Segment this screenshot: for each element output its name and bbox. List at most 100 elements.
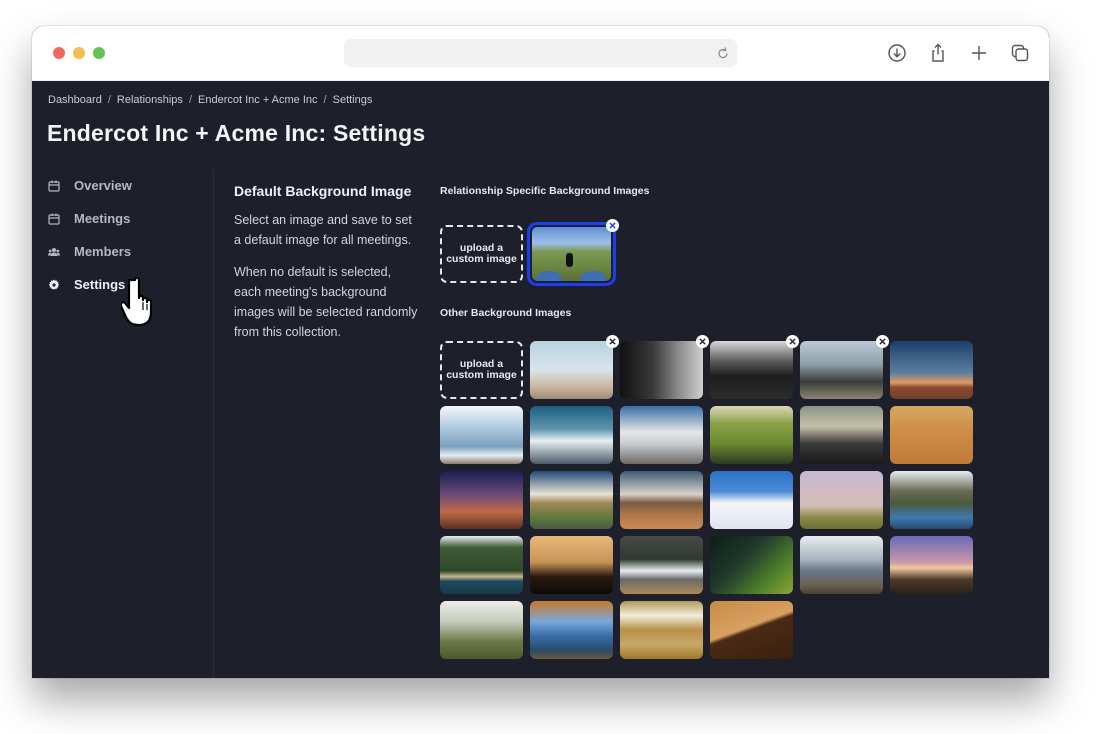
image-tile[interactable] <box>710 601 793 659</box>
calendar-icon <box>48 213 60 225</box>
new-tab-icon[interactable] <box>968 42 990 64</box>
image-tile[interactable] <box>710 335 799 399</box>
breadcrumb-dashboard[interactable]: Dashboard <box>48 94 102 106</box>
remove-image-button[interactable] <box>606 335 619 348</box>
minimize-window-button[interactable] <box>73 47 85 59</box>
image-tile[interactable] <box>890 341 973 399</box>
sidebar-item-members[interactable]: Members <box>48 235 208 268</box>
background-image-thumbnail <box>530 341 613 399</box>
image-tile[interactable] <box>620 536 703 594</box>
breadcrumb-separator: / <box>188 94 192 106</box>
background-image-thumbnail <box>710 341 793 399</box>
calendar-icon <box>48 180 60 192</box>
close-icon <box>789 338 796 345</box>
close-icon <box>609 338 616 345</box>
upload-custom-image-button[interactable]: upload a custom image <box>440 341 523 399</box>
browser-titlebar <box>32 26 1049 81</box>
description-paragraph: When no default is selected, each meetin… <box>234 265 418 339</box>
image-tile[interactable] <box>440 536 523 594</box>
image-tile[interactable] <box>440 601 523 659</box>
remove-image-button[interactable] <box>786 335 799 348</box>
image-tile[interactable] <box>620 471 703 529</box>
background-image-thumbnail <box>890 406 973 464</box>
image-tile[interactable] <box>710 406 793 464</box>
image-tile[interactable] <box>890 406 973 464</box>
remove-image-button[interactable] <box>606 219 619 232</box>
breadcrumb-relationship[interactable]: Endercot Inc + Acme Inc <box>198 94 318 106</box>
image-tile[interactable] <box>890 471 973 529</box>
image-tile[interactable] <box>620 335 709 399</box>
close-icon <box>879 338 886 345</box>
page-title: Endercot Inc + Acme Inc: Settings <box>47 120 426 146</box>
breadcrumb-separator: / <box>107 94 111 106</box>
breadcrumb: Dashboard / Relationships / Endercot Inc + A… <box>48 94 372 106</box>
share-icon[interactable] <box>927 42 949 64</box>
close-icon <box>699 338 706 345</box>
background-image-thumbnail <box>710 471 793 529</box>
sidebar-item-label: Members <box>74 244 132 259</box>
upload-custom-image-button[interactable]: upload a custom image <box>440 225 523 283</box>
other-images-label: Other Background Images <box>440 307 572 319</box>
gear-icon <box>48 279 60 290</box>
image-tile[interactable] <box>530 335 619 399</box>
sidebar-item-meetings[interactable]: Meetings <box>48 202 208 235</box>
image-tile[interactable] <box>530 406 613 464</box>
background-image-thumbnail <box>620 406 703 464</box>
section-heading: Default Background Image <box>234 183 412 199</box>
image-tile[interactable] <box>530 536 613 594</box>
address-bar[interactable] <box>344 39 737 67</box>
background-image-thumbnail <box>530 406 613 464</box>
image-tile[interactable] <box>710 536 793 594</box>
sidebar-divider <box>213 169 214 678</box>
maximize-window-button[interactable] <box>93 47 105 59</box>
sidebar-item-label: Overview <box>74 178 132 193</box>
relationship-images-label: Relationship Specific Background Images <box>440 185 650 197</box>
breadcrumb-relationships[interactable]: Relationships <box>117 94 183 106</box>
image-tile[interactable] <box>800 471 883 529</box>
background-image-thumbnail <box>440 406 523 464</box>
close-window-button[interactable] <box>53 47 65 59</box>
image-tile[interactable] <box>530 471 613 529</box>
image-tile[interactable] <box>620 601 703 659</box>
image-tile[interactable] <box>530 601 613 659</box>
close-icon <box>609 222 616 229</box>
remove-image-button[interactable] <box>876 335 889 348</box>
image-tile[interactable] <box>620 406 703 464</box>
background-image-thumbnail <box>440 601 523 659</box>
image-tile-selected[interactable] <box>530 219 619 283</box>
background-image-thumbnail <box>710 406 793 464</box>
background-image-thumbnail <box>532 227 611 281</box>
background-image-thumbnail <box>890 471 973 529</box>
image-tile[interactable] <box>800 406 883 464</box>
breadcrumb-settings: Settings <box>332 94 373 106</box>
background-image-thumbnail <box>620 471 703 529</box>
background-image-thumbnail <box>800 341 883 399</box>
background-image-thumbnail <box>800 471 883 529</box>
users-icon <box>48 247 60 256</box>
sidebar-item-label: Settings <box>74 277 126 292</box>
reload-icon[interactable] <box>715 45 731 61</box>
background-image-thumbnail <box>620 601 703 659</box>
image-tile[interactable] <box>440 471 523 529</box>
background-image-thumbnail <box>620 341 703 399</box>
image-tile[interactable] <box>800 536 883 594</box>
background-image-thumbnail <box>710 536 793 594</box>
browser-window: Dashboard / Relationships / Endercot Inc + A… <box>32 26 1049 678</box>
background-image-thumbnail <box>440 471 523 529</box>
download-icon[interactable] <box>886 42 908 64</box>
tabs-overview-icon[interactable] <box>1009 42 1031 64</box>
background-image-thumbnail <box>800 406 883 464</box>
description-paragraph: Select an image and save to set a defaul… <box>234 213 412 247</box>
image-tile[interactable] <box>440 406 523 464</box>
page-content: Dashboard / Relationships / Endercot Inc + A… <box>32 81 1049 678</box>
sidebar-item-overview[interactable]: Overview <box>48 169 208 202</box>
image-tile[interactable] <box>710 471 793 529</box>
breadcrumb-separator: / <box>323 94 327 106</box>
image-tile[interactable] <box>800 335 889 399</box>
remove-image-button[interactable] <box>696 335 709 348</box>
image-tile[interactable] <box>890 536 973 594</box>
sidebar-item-label: Meetings <box>74 211 131 226</box>
background-image-thumbnail <box>890 341 973 399</box>
default-image-description: Default Background Image Select an image… <box>234 182 419 354</box>
background-image-thumbnail <box>710 601 793 659</box>
